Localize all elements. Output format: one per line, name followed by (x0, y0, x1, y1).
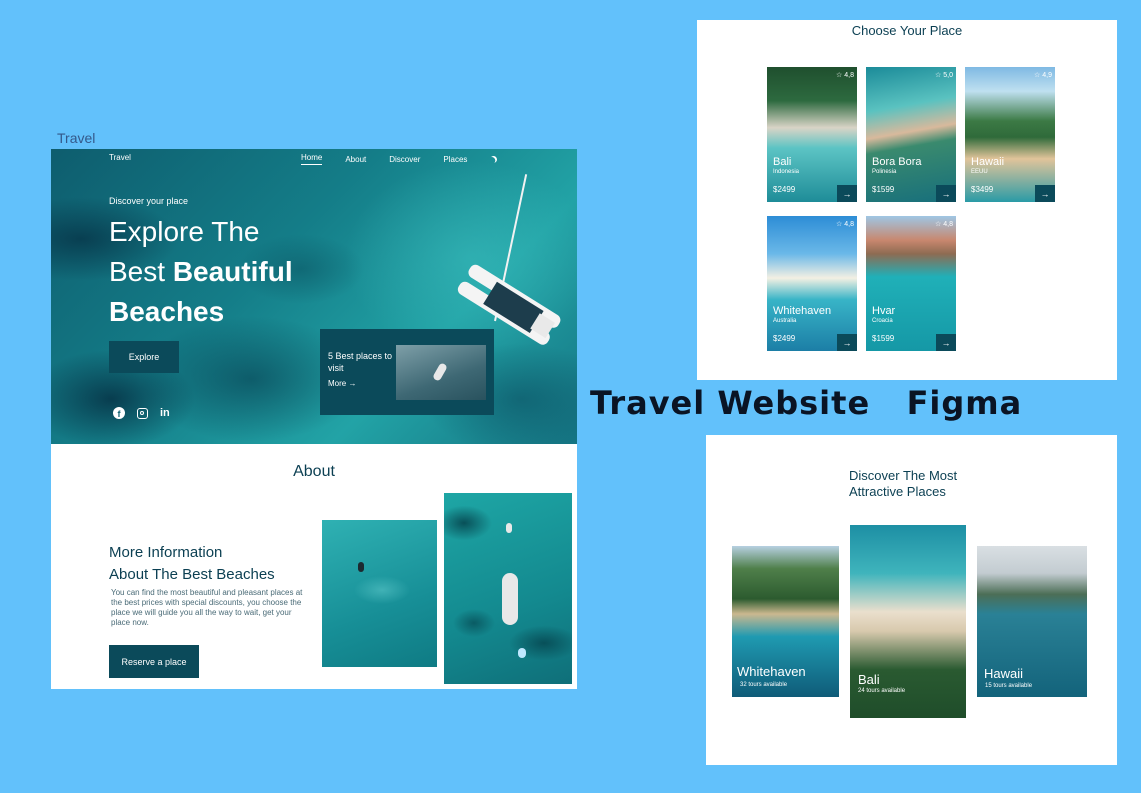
rating: ☆ 4,8 (836, 220, 854, 228)
place-name: Hawaii (971, 156, 1005, 168)
about-image-2 (444, 493, 572, 684)
frame-label: Travel (57, 130, 96, 146)
hero-title: Explore The Best Beautiful Beaches (109, 212, 349, 332)
discover-card-whitehaven[interactable]: Whitehaven 32 tours available (732, 546, 839, 697)
nav-places[interactable]: Places (443, 155, 467, 164)
about-image-1 (322, 520, 437, 667)
discover-card-name: Whitehaven (737, 664, 806, 679)
rating-value: 4,8 (943, 221, 953, 228)
discover-card-tours: 24 tours available (858, 688, 906, 694)
rating-value: 5,0 (943, 72, 953, 79)
discover-card-bali[interactable]: Bali 24 tours available (850, 525, 966, 718)
star-icon: ☆ (935, 72, 942, 79)
place-card-bali[interactable]: ☆ 4,8 Bali Indonesia $2499 → (767, 67, 857, 202)
place-price: $2499 (773, 185, 796, 194)
place-name: Bali (773, 156, 792, 168)
star-icon: ☆ (1034, 72, 1041, 79)
star-icon: ☆ (836, 72, 843, 79)
place-price: $3499 (971, 185, 994, 194)
rating: ☆ 4,8 (935, 220, 953, 228)
boat-icon (518, 648, 526, 658)
place-price: $1599 (872, 334, 895, 343)
more-label: More (328, 379, 347, 388)
choose-place-title: Choose Your Place (851, 23, 963, 38)
discover-title: Discover The Most Attractive Places (849, 468, 958, 499)
place-name: Whitehaven (773, 305, 832, 317)
social-links: f in (113, 407, 170, 419)
rating-value: 4,8 (844, 221, 854, 228)
boat-icon (432, 362, 448, 382)
instagram-icon[interactable] (137, 407, 148, 419)
arrow-right-icon[interactable]: → (837, 185, 857, 202)
boat-icon (358, 562, 364, 572)
hero-section: Travel Home About Discover Places Discov… (51, 149, 577, 444)
arrow-right-icon: → (348, 379, 357, 388)
about-description: You can find the most beautiful and plea… (111, 588, 303, 627)
nav-logo[interactable]: Travel (109, 153, 131, 162)
best-places-title: 5 Best places to visit (328, 351, 393, 373)
arrow-right-icon[interactable]: → (837, 334, 857, 351)
place-card-whitehaven[interactable]: ☆ 4,8 Whitehaven Australia $2499 → (767, 216, 857, 351)
place-name: Hvar (872, 305, 896, 317)
rating-value: 4,8 (844, 72, 854, 79)
hero-title-line2a: Best (109, 256, 173, 287)
place-card-bora-bora[interactable]: ☆ 5,0 Bora Bora Polinesia $1599 → (866, 67, 956, 202)
rating-value: 4,9 (1042, 72, 1052, 79)
main-nav: Home About Discover Places (301, 153, 497, 165)
moon-icon[interactable] (489, 154, 499, 164)
rating: ☆ 5,0 (935, 71, 953, 79)
star-icon: ☆ (935, 221, 942, 228)
discover-frame: Discover The Most Attractive Places Whit… (706, 435, 1117, 765)
hero-subtitle: Discover your place (109, 196, 189, 206)
place-price: $1599 (872, 185, 895, 194)
boat-icon (506, 523, 512, 533)
place-country: Indonesia (773, 169, 800, 175)
more-link[interactable]: More → (328, 379, 356, 388)
facebook-icon[interactable]: f (113, 407, 125, 419)
showcase-title: Travel Website Figma (590, 384, 1023, 422)
place-card-hawaii[interactable]: ☆ 4,9 Hawaii EEUU $3499 → (965, 67, 1055, 202)
discover-card-tours: 15 tours available (985, 683, 1033, 689)
place-price: $2499 (773, 334, 796, 343)
rating: ☆ 4,8 (836, 71, 854, 79)
place-country: Croacia (872, 318, 893, 324)
best-places-card[interactable]: 5 Best places to visit More → (320, 329, 494, 415)
yacht-icon (502, 573, 518, 625)
more-info-heading: More Information About The Best Beaches (109, 542, 309, 586)
place-country: EEUU (971, 169, 988, 175)
hero-title-line2: Best Beautiful (109, 252, 349, 292)
linkedin-icon[interactable]: in (160, 407, 170, 419)
place-country: Australia (773, 318, 797, 324)
hero-title-line1: Explore The (109, 216, 260, 247)
best-places-image (396, 345, 486, 400)
about-title: About (293, 463, 335, 480)
star-icon: ☆ (836, 221, 843, 228)
choose-place-frame: Choose Your Place ☆ 4,8 Bali Indonesia $… (697, 20, 1117, 380)
place-name: Bora Bora (872, 156, 922, 168)
arrow-right-icon[interactable]: → (1035, 185, 1055, 202)
discover-card-name: Bali (858, 672, 880, 687)
more-info-line2: About The Best Beaches (109, 566, 275, 583)
hero-title-line3: Beaches (109, 296, 225, 327)
discover-card-name: Hawaii (984, 666, 1024, 681)
reserve-button[interactable]: Reserve a place (109, 645, 199, 678)
arrow-right-icon[interactable]: → (936, 185, 956, 202)
place-country: Polinesia (872, 169, 897, 175)
discover-card-tours: 32 tours available (740, 682, 788, 688)
hero-title-line2b: Beautiful (172, 256, 293, 287)
more-info-line1: More Information (109, 544, 223, 561)
website-frame: Travel Home About Discover Places Discov… (51, 149, 577, 689)
place-card-hvar[interactable]: ☆ 4,8 Hvar Croacia $1599 → (866, 216, 956, 351)
arrow-right-icon[interactable]: → (936, 334, 956, 351)
explore-button[interactable]: Explore (109, 341, 179, 373)
nav-about[interactable]: About (345, 155, 366, 164)
discover-card-hawaii[interactable]: Hawaii 15 tours available (977, 546, 1087, 697)
rating: ☆ 4,9 (1034, 71, 1052, 79)
nav-discover[interactable]: Discover (389, 155, 420, 164)
nav-home[interactable]: Home (301, 153, 323, 165)
